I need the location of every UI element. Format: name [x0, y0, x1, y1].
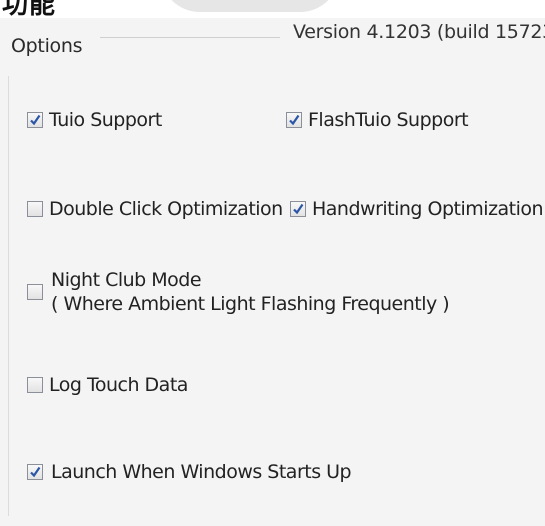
tuio-support-label: Tuio Support: [49, 109, 162, 131]
log-touch-data-option[interactable]: Log Touch Data: [27, 374, 188, 396]
flashtuio-support-label: FlashTuio Support: [308, 109, 469, 131]
version-label: Version 4.1203 (build 15723): [293, 21, 545, 43]
options-group-title: Options: [11, 35, 83, 57]
group-border-left: [8, 76, 9, 516]
checkmark-icon: [30, 466, 41, 478]
tuio-support-checkbox[interactable]: [27, 112, 43, 128]
header-decoration: [160, 0, 340, 12]
handwriting-optimization-checkbox[interactable]: [290, 201, 306, 217]
options-panel: Version 4.1203 (build 15723) Options Tui…: [0, 18, 545, 526]
night-club-mode-label: Night Club Mode ( Where Ambient Light Fl…: [51, 268, 450, 316]
launch-on-startup-label: Launch When Windows Starts Up: [51, 461, 352, 483]
launch-on-startup-checkbox[interactable]: [27, 464, 43, 480]
flashtuio-support-checkbox[interactable]: [286, 112, 302, 128]
double-click-optimization-checkbox[interactable]: [27, 201, 43, 217]
group-divider: [100, 37, 280, 38]
log-touch-data-checkbox[interactable]: [27, 377, 43, 393]
handwriting-optimization-option[interactable]: Handwriting Optimization: [290, 198, 544, 220]
flashtuio-support-option[interactable]: FlashTuio Support: [286, 109, 469, 131]
top-strip: 功能: [0, 0, 545, 20]
launch-on-startup-option[interactable]: Launch When Windows Starts Up: [27, 461, 352, 483]
handwriting-optimization-label: Handwriting Optimization: [312, 198, 544, 220]
double-click-optimization-label: Double Click Optimization: [49, 198, 283, 220]
night-club-mode-label-line1: Night Club Mode: [51, 269, 202, 291]
double-click-optimization-option[interactable]: Double Click Optimization: [27, 198, 283, 220]
checkmark-icon: [289, 114, 300, 126]
night-club-mode-checkbox[interactable]: [27, 284, 43, 300]
night-club-mode-label-line2: ( Where Ambient Light Flashing Frequentl…: [51, 293, 450, 315]
night-club-mode-option[interactable]: Night Club Mode ( Where Ambient Light Fl…: [27, 268, 450, 316]
tuio-support-option[interactable]: Tuio Support: [27, 109, 162, 131]
log-touch-data-label: Log Touch Data: [49, 374, 188, 396]
checkmark-icon: [293, 203, 304, 215]
checkmark-icon: [30, 114, 41, 126]
